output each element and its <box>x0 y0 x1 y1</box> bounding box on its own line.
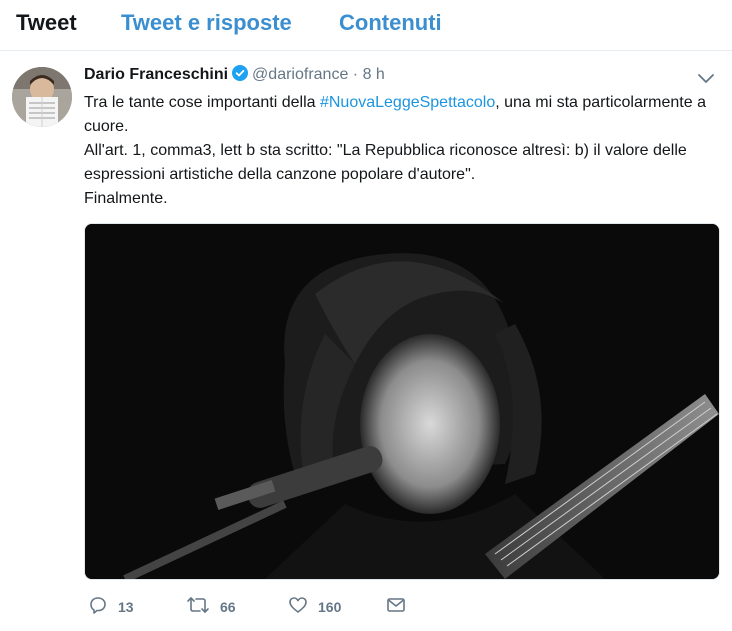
retweet-icon <box>186 595 210 620</box>
direct-message-button[interactable] <box>386 596 406 618</box>
tab-contenuti[interactable]: Contenuti <box>339 10 442 36</box>
verified-badge-icon <box>232 65 249 87</box>
envelope-icon <box>386 595 406 620</box>
tweet-text-line3: Finalmente. <box>84 190 168 207</box>
tweet[interactable]: Dario Franceschini @dariofrance · 8 h Tra… <box>0 51 732 631</box>
tweet-text-line2: All'art. 1, comma3, lett b sta scritto: … <box>84 142 687 183</box>
reply-icon <box>88 595 108 620</box>
reply-button[interactable]: 13 <box>88 596 134 618</box>
tweet-timestamp[interactable]: 8 h <box>363 66 385 83</box>
like-count: 160 <box>318 599 342 615</box>
tweet-photo[interactable] <box>84 223 720 580</box>
chevron-down-icon[interactable] <box>696 69 716 89</box>
tab-tweet-e-risposte[interactable]: Tweet e risposte <box>121 10 292 36</box>
reply-count: 13 <box>118 599 134 615</box>
heart-icon <box>288 595 308 620</box>
tweet-text-line1: Tra le tante cose importanti della #Nuov… <box>84 91 724 139</box>
author-handle[interactable]: @dariofrance <box>252 66 348 83</box>
profile-tabs: Tweet Tweet e risposte Contenuti <box>0 0 732 51</box>
tweet-text-part: Tra le tante cose importanti della <box>84 94 320 111</box>
author-name[interactable]: Dario Franceschini <box>84 66 228 83</box>
retweet-button[interactable]: 66 <box>186 596 236 618</box>
tab-tweet[interactable]: Tweet <box>16 10 77 36</box>
tweet-text: Tra le tante cose importanti della #Nuov… <box>84 91 724 211</box>
separator-dot: · <box>352 66 359 83</box>
avatar[interactable] <box>12 67 72 127</box>
like-button[interactable]: 160 <box>288 596 341 618</box>
tweet-header: Dario Franceschini @dariofrance · 8 h <box>84 65 385 87</box>
retweet-count: 66 <box>220 599 236 615</box>
hashtag-link[interactable]: #NuovaLeggeSpettacolo <box>320 94 495 111</box>
